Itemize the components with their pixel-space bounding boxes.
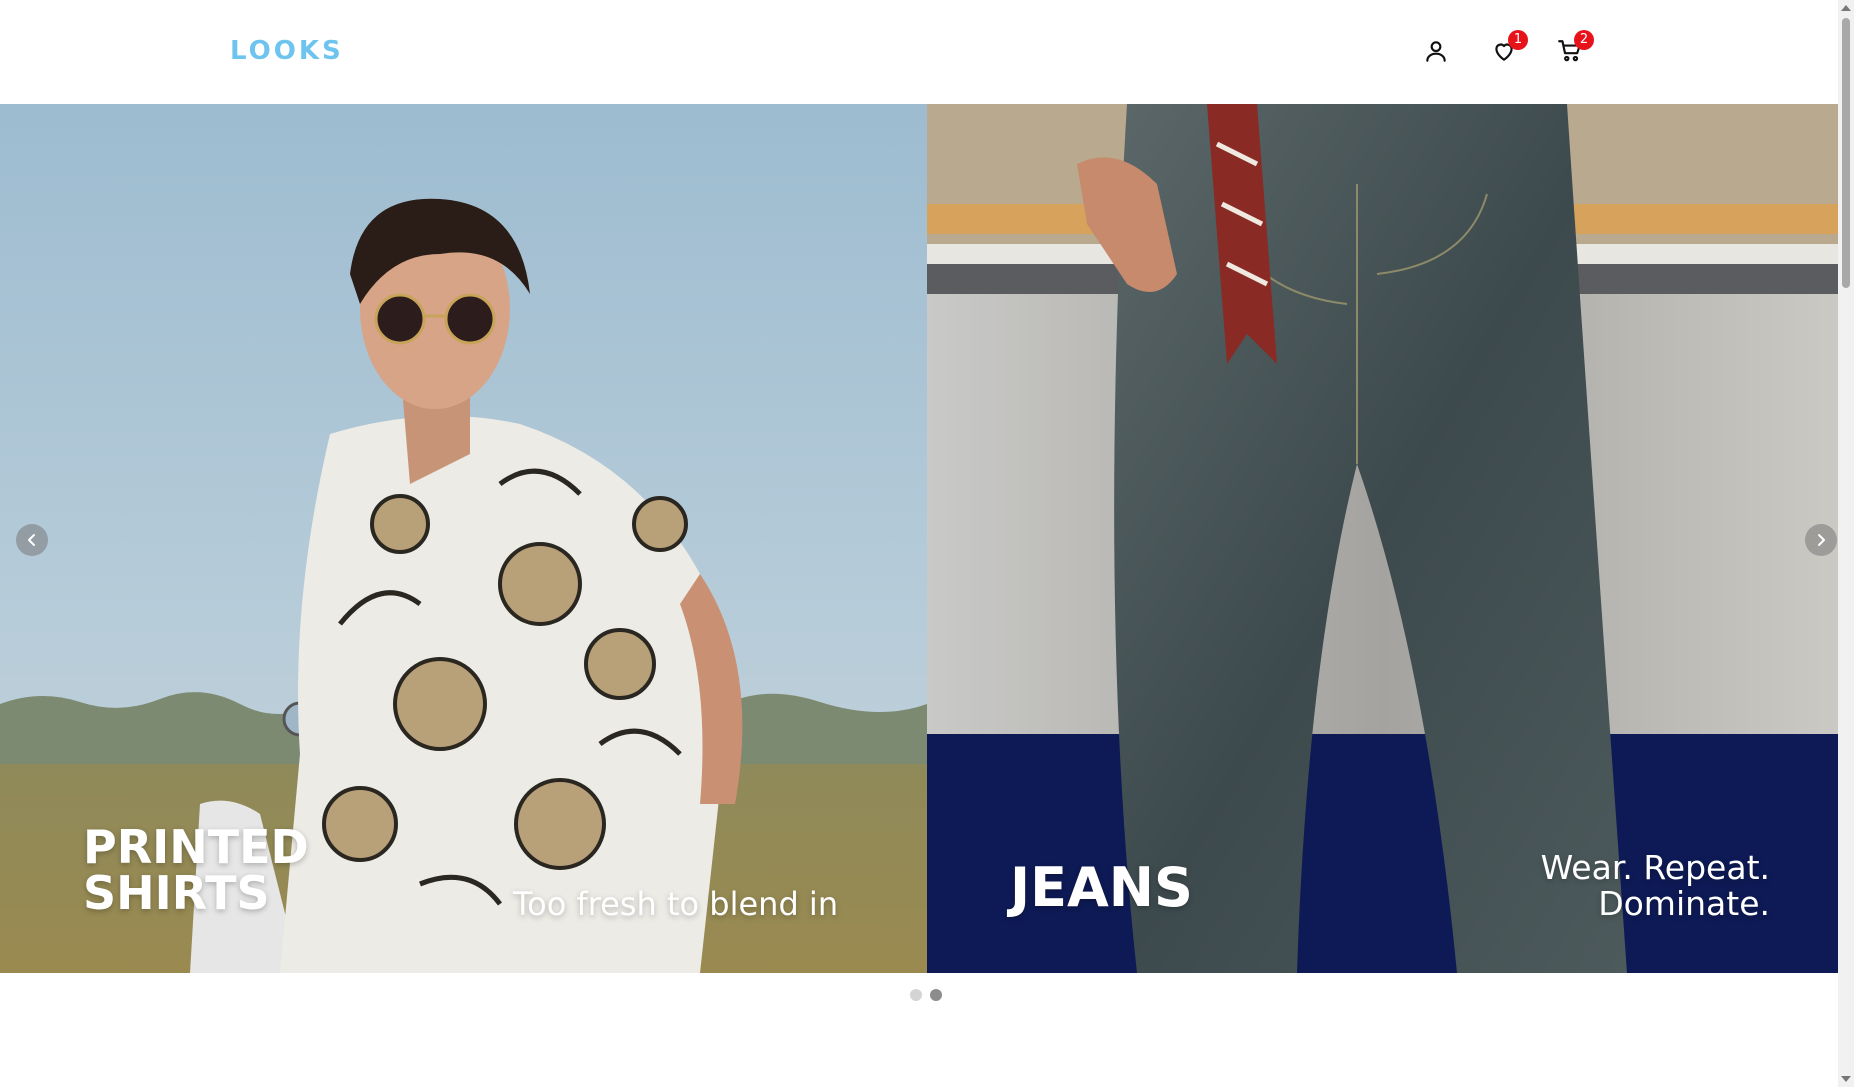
slide-subtitle: Too fresh to blend in xyxy=(513,885,839,923)
slide-jeans[interactable]: JEANS Wear. Repeat. Dominate. xyxy=(927,104,1838,973)
wishlist-count-badge: 1 xyxy=(1508,30,1528,50)
slide-title: JEANS xyxy=(1010,856,1193,919)
scroll-up-arrow-icon[interactable] xyxy=(1841,5,1851,11)
carousel-prev-button[interactable] xyxy=(16,524,48,556)
page-scrollbar[interactable] xyxy=(1838,0,1854,1087)
slide-title: PRINTED SHIRTS xyxy=(83,820,309,920)
site-logo[interactable]: LOOKS xyxy=(230,36,344,66)
chevron-left-icon xyxy=(28,534,35,546)
carousel-dots xyxy=(910,989,942,1001)
carousel-dot-2[interactable] xyxy=(930,989,942,1001)
user-icon xyxy=(1426,41,1446,62)
jeans-image xyxy=(927,104,1838,973)
scroll-thumb[interactable] xyxy=(1842,18,1850,288)
site-header: LOOKS 1 2 xyxy=(0,0,1838,104)
account-button[interactable] xyxy=(1419,34,1453,68)
scroll-down-arrow-icon[interactable] xyxy=(1841,1076,1851,1082)
hero-carousel: PRINTED SHIRTS Too fresh to blend in JEA… xyxy=(0,104,1838,973)
wishlist-button[interactable]: 1 xyxy=(1487,30,1528,68)
carousel-next-button[interactable] xyxy=(1805,524,1837,556)
page: LOOKS 1 2 PRINTED SHIRTS Too fresh to bl… xyxy=(0,0,1854,1087)
chevron-right-icon xyxy=(1818,534,1825,546)
cart-button[interactable]: 2 xyxy=(1553,30,1594,68)
slide-printed-shirts[interactable]: PRINTED SHIRTS Too fresh to blend in xyxy=(0,104,927,973)
slide-subtitle: Wear. Repeat. Dominate. xyxy=(1540,848,1770,924)
carousel-dot-1[interactable] xyxy=(910,989,922,1001)
cart-count-badge: 2 xyxy=(1574,30,1594,50)
